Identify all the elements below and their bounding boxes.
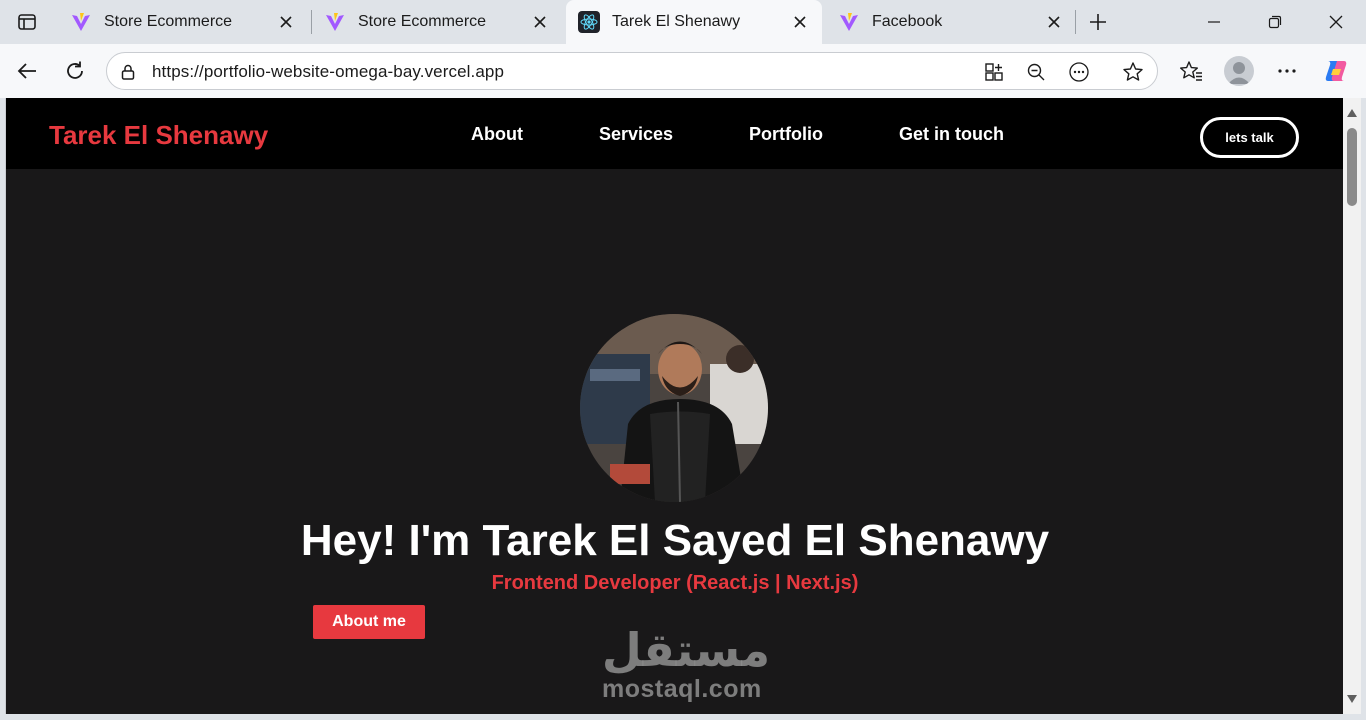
scroll-down-arrow-icon[interactable]	[1346, 694, 1358, 704]
settings-menu-button[interactable]	[1272, 56, 1302, 86]
watermark-latin-text: mostaql.com	[602, 675, 762, 703]
restore-icon	[1268, 15, 1282, 29]
close-icon	[1329, 15, 1343, 29]
favorite-star-icon[interactable]	[1122, 61, 1144, 83]
nav-link-get-in-touch[interactable]: Get in touch	[899, 124, 1004, 145]
copilot-icon	[1325, 61, 1347, 81]
refresh-icon	[67, 61, 83, 79]
hero-title: Hey! I'm Tarek El Sayed El Shenawy	[300, 516, 1050, 565]
tab-close-icon[interactable]	[790, 12, 810, 32]
tab-close-icon[interactable]	[276, 12, 296, 32]
hero-subtitle: Frontend Developer (React.js | Next.js)	[491, 572, 859, 594]
refresh-button[interactable]	[60, 56, 90, 86]
tab-tarek-el-shenawy[interactable]: Tarek El Shenawy	[566, 0, 822, 44]
plus-icon	[1090, 14, 1106, 30]
new-tab-button[interactable]	[1084, 8, 1112, 36]
back-arrow-icon	[17, 63, 36, 79]
profile-photo	[580, 314, 768, 502]
tab-store-ecommerce-1[interactable]: Store Ecommerce	[58, 0, 308, 44]
tab-actions-icon	[18, 14, 36, 30]
nav-link-services[interactable]: Services	[599, 124, 673, 145]
address-bar[interactable]: https://portfolio-website-omega-bay.verc…	[106, 52, 1158, 90]
tab-title: Store Ecommerce	[358, 13, 487, 30]
profile-avatar[interactable]	[1224, 56, 1254, 86]
lock-icon[interactable]	[117, 61, 139, 83]
minimize-button[interactable]	[1200, 8, 1228, 36]
restore-button[interactable]	[1261, 8, 1289, 36]
about-me-button[interactable]: About me	[313, 605, 425, 639]
tab-actions-button[interactable]	[8, 6, 46, 38]
more-options-icon[interactable]	[1068, 61, 1090, 83]
minimize-icon	[1208, 21, 1220, 23]
apps-icon[interactable]	[983, 61, 1005, 83]
page-viewport: Tarek El Shenawy About Services Portfoli…	[5, 98, 1343, 714]
back-button[interactable]	[12, 56, 42, 86]
nav-link-about[interactable]: About	[471, 124, 523, 145]
tab-title: Facebook	[872, 13, 943, 30]
tab-strip: Store Ecommerce Store Ecommerce Tarek El…	[0, 0, 1366, 44]
favorites-icon	[1180, 61, 1202, 81]
mostaql-watermark-logo: مستقل	[602, 623, 770, 677]
nav-link-portfolio[interactable]: Portfolio	[749, 124, 823, 145]
close-window-button[interactable]	[1322, 8, 1350, 36]
lets-talk-button[interactable]: lets talk	[1200, 117, 1299, 158]
vite-icon	[324, 11, 346, 33]
scroll-up-arrow-icon[interactable]	[1346, 108, 1358, 118]
ellipsis-icon	[1278, 69, 1296, 73]
favorites-button[interactable]	[1176, 56, 1206, 86]
browser-toolbar: https://portfolio-website-omega-bay.verc…	[0, 44, 1366, 98]
page-scrollbar[interactable]	[1343, 98, 1361, 714]
tab-close-icon[interactable]	[530, 12, 550, 32]
browser-window: Store Ecommerce Store Ecommerce Tarek El…	[0, 0, 1366, 720]
copilot-button[interactable]	[1321, 56, 1351, 86]
zoom-out-icon[interactable]	[1025, 61, 1047, 83]
react-icon	[578, 11, 600, 33]
tab-store-ecommerce-2[interactable]: Store Ecommerce	[312, 0, 562, 44]
scrollbar-thumb[interactable]	[1347, 128, 1357, 206]
vite-icon	[838, 11, 860, 33]
tab-close-icon[interactable]	[1044, 12, 1064, 32]
url-text[interactable]: https://portfolio-website-omega-bay.verc…	[152, 62, 504, 82]
tab-title: Store Ecommerce	[104, 13, 233, 30]
tab-title: Tarek El Shenawy	[612, 13, 741, 30]
site-brand[interactable]: Tarek El Shenawy	[49, 120, 268, 151]
site-navbar: Tarek El Shenawy About Services Portfoli…	[6, 98, 1343, 169]
vite-icon	[70, 11, 92, 33]
watermark-arabic-text: مستقل	[602, 623, 770, 677]
tab-divider	[1075, 10, 1076, 34]
tab-facebook[interactable]: Facebook	[826, 0, 1076, 44]
